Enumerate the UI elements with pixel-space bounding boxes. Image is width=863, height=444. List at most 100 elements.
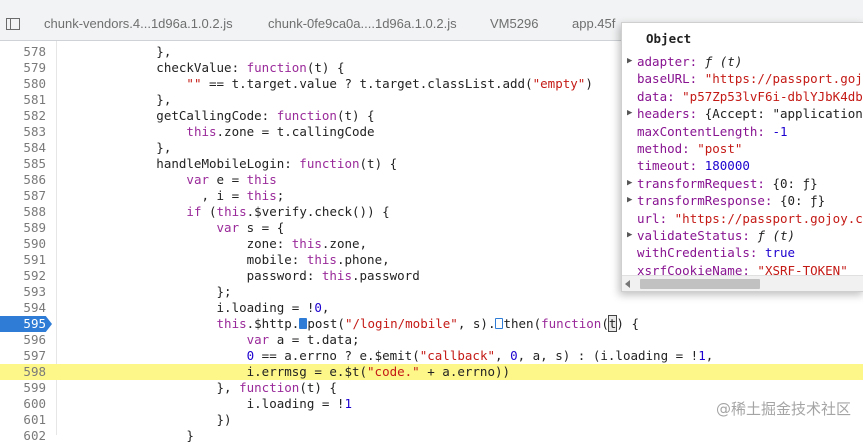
property-row[interactable]: maxContentLength: -1 bbox=[622, 123, 863, 140]
property-key-value: data: "p57Zp53lvF6i-dblYJbK4db bbox=[637, 88, 863, 105]
property-row[interactable]: withCredentials: true bbox=[622, 244, 863, 261]
line-number[interactable]: 598 bbox=[0, 364, 52, 380]
property-row[interactable]: ▶ headers: {Accept: "application/ bbox=[622, 105, 863, 122]
property-row[interactable]: ▶ transformRequest: {0: ƒ} bbox=[622, 175, 863, 192]
line-number[interactable]: 585 bbox=[0, 156, 52, 172]
breakpoint-line-number[interactable]: 595 bbox=[0, 316, 52, 332]
code-line: 597 0 == a.errno ? e.$emit("callback", 0… bbox=[0, 348, 863, 364]
line-number[interactable]: 582 bbox=[0, 108, 52, 124]
tab-vm5296[interactable]: VM5296 bbox=[490, 16, 550, 38]
code-text: }, bbox=[66, 92, 172, 107]
tab-chunk-vendors[interactable]: chunk-vendors.4...1d96a.1.0.2.js bbox=[44, 16, 234, 38]
property-row[interactable]: ▶ adapter: ƒ (t) bbox=[622, 53, 863, 70]
property-value: {0: ƒ} bbox=[780, 193, 826, 209]
sidebar-toggle-icon[interactable] bbox=[6, 18, 20, 30]
hovered-variable[interactable]: t bbox=[607, 315, 618, 332]
line-number[interactable]: 594 bbox=[0, 300, 52, 316]
line-number[interactable]: 589 bbox=[0, 220, 52, 236]
code-text: }) bbox=[66, 412, 232, 427]
code-text: password: this.password bbox=[66, 268, 420, 283]
expand-arrow-icon[interactable]: ▶ bbox=[627, 227, 632, 244]
line-number[interactable]: 602 bbox=[0, 428, 52, 444]
property-value: -1 bbox=[772, 123, 788, 139]
tab-chunk-0fe9ca0a[interactable]: chunk-0fe9ca0a....1d96a.1.0.2.js bbox=[268, 16, 468, 38]
tab-app[interactable]: app.45f bbox=[572, 16, 620, 38]
line-number[interactable]: 599 bbox=[0, 380, 52, 396]
property-key: data: bbox=[637, 88, 683, 104]
line-number[interactable]: 601 bbox=[0, 412, 52, 428]
code-text: i.errmsg = e.$t("code." + a.errno)) bbox=[66, 364, 511, 379]
property-key: maxContentLength: bbox=[637, 123, 773, 139]
property-row[interactable]: timeout: 180000 bbox=[622, 157, 863, 174]
property-key: transformResponse: bbox=[637, 193, 780, 209]
code-text: if (this.$verify.check()) { bbox=[186, 204, 390, 219]
code-text: } bbox=[66, 428, 194, 443]
line-number[interactable]: 588 bbox=[0, 204, 52, 220]
line-number[interactable]: 580 bbox=[0, 76, 52, 92]
property-row[interactable]: ▶ transformResponse: {0: ƒ} bbox=[622, 192, 863, 209]
property-key: validateStatus: bbox=[637, 228, 758, 243]
expand-arrow-icon[interactable]: ▶ bbox=[627, 192, 632, 209]
line-number[interactable]: 592 bbox=[0, 268, 52, 284]
line-number[interactable]: 581 bbox=[0, 92, 52, 108]
scrollbar-thumb[interactable] bbox=[640, 279, 760, 289]
line-number[interactable]: 597 bbox=[0, 348, 52, 364]
code-text: handleMobileLogin: function(t) { bbox=[66, 156, 398, 171]
property-row[interactable]: data: "p57Zp53lvF6i-dblYJbK4db bbox=[622, 88, 863, 105]
popover-title: Object bbox=[646, 31, 692, 46]
line-number[interactable]: 587 bbox=[0, 188, 52, 204]
property-key: withCredentials: bbox=[637, 245, 765, 261]
line-number[interactable]: 584 bbox=[0, 140, 52, 156]
property-key-value: adapter: ƒ (t) bbox=[637, 53, 742, 70]
code-text: zone: this.zone, bbox=[66, 236, 368, 251]
code-text: var a = t.data; bbox=[246, 332, 360, 347]
property-value: "https://passport.gojo bbox=[704, 71, 863, 87]
property-row[interactable]: baseURL: "https://passport.gojo bbox=[622, 70, 863, 87]
property-key-value: timeout: 180000 bbox=[637, 157, 750, 174]
line-number[interactable]: 586 bbox=[0, 172, 52, 188]
code-line: 602 } bbox=[0, 428, 863, 444]
code-text: }, bbox=[66, 140, 172, 155]
code-text: }, function(t) { bbox=[66, 380, 337, 395]
property-row[interactable]: url: "https://passport.gojoy.co bbox=[622, 210, 863, 227]
property-key-value: transformResponse: {0: ƒ} bbox=[637, 192, 825, 209]
line-number[interactable]: 583 bbox=[0, 124, 52, 140]
property-key-value: method: "post" bbox=[637, 140, 742, 157]
property-key-value: withCredentials: true bbox=[637, 244, 795, 261]
code-text: , i = this; bbox=[66, 188, 285, 203]
line-number[interactable]: 600 bbox=[0, 396, 52, 412]
property-value: 180000 bbox=[704, 158, 750, 174]
expand-arrow-icon[interactable]: ▶ bbox=[627, 53, 632, 70]
code-text: this.$http. post("/login/mobile", s). then… bbox=[216, 315, 639, 332]
code-text: this.zone = t.callingCode bbox=[186, 124, 375, 139]
line-number[interactable]: 578 bbox=[0, 44, 52, 60]
breakpoint-inline-marker-icon[interactable] bbox=[299, 318, 308, 329]
property-row[interactable]: method: "post" bbox=[622, 140, 863, 157]
line-number[interactable]: 593 bbox=[0, 284, 52, 300]
object-preview-popover[interactable]: Object ▶ adapter: ƒ (t) baseURL: "https://… bbox=[621, 22, 863, 292]
code-text: }; bbox=[66, 284, 232, 299]
breakpoint-inline-outline-icon[interactable] bbox=[495, 318, 504, 329]
property-key-value: url: "https://passport.gojoy.co bbox=[637, 210, 863, 227]
code-text: checkValue: function(t) { bbox=[66, 60, 345, 75]
code-text: i.loading = !1 bbox=[66, 396, 352, 411]
property-key-value: baseURL: "https://passport.gojo bbox=[637, 70, 863, 87]
property-key-value: headers: {Accept: "application/ bbox=[637, 105, 863, 122]
horizontal-scrollbar[interactable] bbox=[622, 275, 863, 291]
code-line: 598 i.errmsg = e.$t("code." + a.errno)) bbox=[0, 364, 863, 380]
expand-arrow-icon[interactable]: ▶ bbox=[627, 175, 632, 192]
property-key: headers: bbox=[637, 106, 705, 122]
code-text: 0 == a.errno ? e.$emit("callback", 0, a,… bbox=[246, 348, 714, 363]
line-number[interactable]: 596 bbox=[0, 332, 52, 348]
line-number[interactable]: 591 bbox=[0, 252, 52, 268]
property-value: {Accept: "application/ bbox=[704, 106, 863, 122]
expand-arrow-icon[interactable]: ▶ bbox=[627, 105, 632, 122]
property-key: url: bbox=[637, 210, 675, 226]
property-key: baseURL: bbox=[637, 71, 705, 87]
property-key-value: validateStatus: ƒ (t) bbox=[637, 227, 795, 244]
scroll-left-arrow-icon[interactable] bbox=[625, 280, 630, 288]
line-number[interactable]: 579 bbox=[0, 60, 52, 76]
property-value: "https://passport.gojoy.co bbox=[674, 210, 863, 226]
line-number[interactable]: 590 bbox=[0, 236, 52, 252]
property-row[interactable]: ▶ validateStatus: ƒ (t) bbox=[622, 227, 863, 244]
